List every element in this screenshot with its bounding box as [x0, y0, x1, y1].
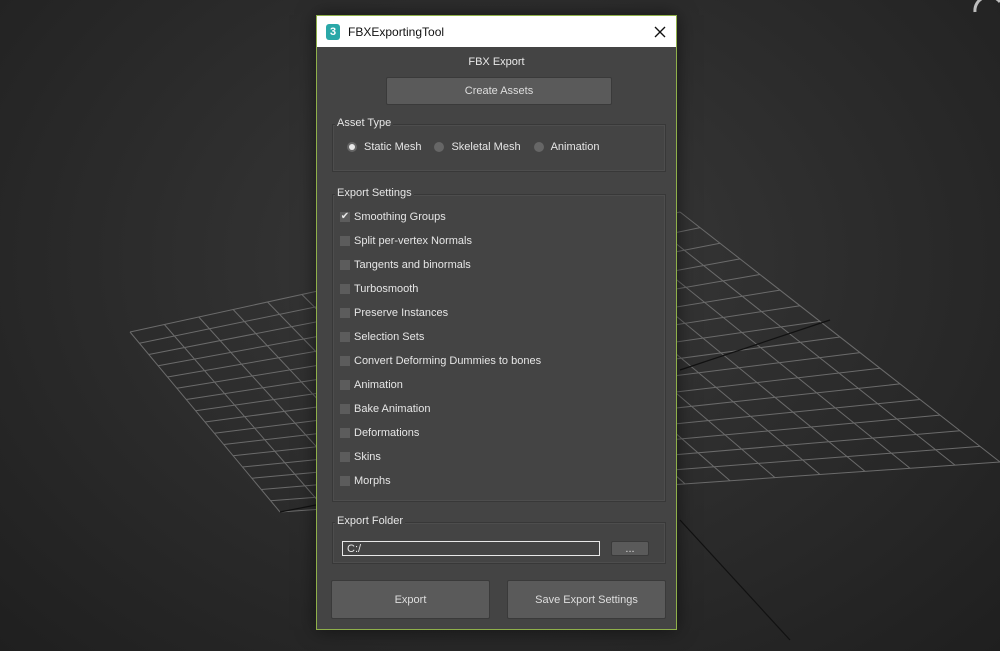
setting-label: Turbosmooth — [354, 283, 419, 295]
radio-button-icon[interactable] — [347, 142, 357, 152]
setting-checkbox-row[interactable]: Bake Animation — [340, 401, 430, 417]
setting-checkbox-row[interactable]: Split per-vertex Normals — [340, 233, 472, 249]
fbx-export-dialog: 3 FBXExportingTool FBX Export Create Ass… — [316, 15, 677, 630]
setting-checkbox-row[interactable]: Animation — [340, 377, 403, 393]
radio-label: Animation — [550, 141, 600, 153]
checkbox-icon[interactable] — [340, 428, 350, 438]
setting-label: Morphs — [354, 475, 391, 487]
asset-type-radio-animation[interactable]: Animation — [533, 141, 600, 153]
setting-label: Animation — [354, 379, 403, 391]
close-icon — [654, 26, 666, 37]
setting-label: Skins — [354, 451, 381, 463]
setting-label: Smoothing Groups — [354, 211, 446, 223]
radio-label: Static Mesh — [364, 141, 422, 153]
checkbox-icon[interactable] — [340, 452, 350, 462]
asset-type-radio-skeletal-mesh[interactable]: Skeletal Mesh — [434, 141, 521, 153]
checkbox-icon[interactable] — [340, 476, 350, 486]
setting-label: Selection Sets — [354, 331, 425, 343]
checkbox-icon[interactable] — [340, 260, 350, 270]
window-title: FBXExportingTool — [348, 24, 445, 39]
setting-label: Bake Animation — [354, 403, 431, 415]
checkbox-icon[interactable] — [340, 404, 350, 414]
setting-checkbox-row[interactable]: Deformations — [340, 425, 419, 441]
create-assets-button[interactable]: Create Assets — [386, 77, 612, 105]
viewcube-icon — [973, 0, 1000, 13]
asset-type-radio-static-mesh[interactable]: Static Mesh — [347, 141, 421, 153]
export-folder-group: Export Folder ... — [332, 515, 666, 564]
asset-type-group: Asset Type Static Mesh Skeletal Mesh Anima… — [332, 117, 666, 172]
setting-label: Preserve Instances — [354, 307, 449, 319]
app-logo-icon: 3 — [326, 23, 340, 40]
browse-folder-button[interactable]: ... — [611, 541, 649, 556]
export-button[interactable]: Export — [331, 580, 490, 619]
checkbox-icon[interactable] — [340, 332, 350, 342]
close-button[interactable] — [644, 16, 676, 47]
checkbox-icon[interactable] — [340, 284, 350, 294]
setting-label: Convert Deforming Dummies to bones — [354, 355, 542, 367]
checkbox-icon[interactable] — [340, 380, 350, 390]
checkbox-icon[interactable] — [340, 308, 350, 318]
radio-button-icon[interactable] — [533, 142, 544, 152]
save-export-settings-button[interactable]: Save Export Settings — [507, 580, 666, 619]
radio-label: Skeletal Mesh — [451, 141, 521, 153]
setting-label: Tangents and binormals — [354, 259, 471, 271]
export-folder-label: Export Folder — [335, 515, 406, 527]
section-heading: FBX Export — [468, 56, 525, 68]
checkbox-icon[interactable] — [340, 356, 350, 366]
setting-checkbox-row[interactable]: Skins — [340, 449, 381, 465]
setting-checkbox-row[interactable]: Morphs — [340, 473, 391, 489]
radio-button-icon[interactable] — [434, 142, 445, 152]
setting-checkbox-row[interactable]: Tangents and binormals — [340, 257, 471, 273]
dialog-content: FBX Export Create Assets Asset Type Stat… — [317, 47, 676, 630]
setting-checkbox-row[interactable]: ✔ Smoothing Groups — [340, 209, 446, 225]
setting-label: Split per-vertex Normals — [354, 235, 472, 247]
export-folder-input[interactable] — [342, 541, 600, 556]
setting-checkbox-row[interactable]: Selection Sets — [340, 329, 424, 345]
export-settings-group: Export Settings ✔ Smoothing Groups Split p… — [332, 187, 666, 502]
checkmark-icon[interactable]: ✔ — [340, 212, 350, 222]
asset-type-label: Asset Type — [335, 117, 394, 129]
setting-checkbox-row[interactable]: Turbosmooth — [340, 281, 418, 297]
title-bar[interactable]: 3 FBXExportingTool — [317, 16, 676, 47]
asset-type-options: Static Mesh Skeletal Mesh Animation — [347, 141, 612, 153]
setting-label: Deformations — [354, 427, 420, 439]
checkbox-icon[interactable] — [340, 236, 350, 246]
export-settings-label: Export Settings — [335, 187, 414, 199]
setting-checkbox-row[interactable]: Convert Deforming Dummies to bones — [340, 353, 541, 369]
setting-checkbox-row[interactable]: Preserve Instances — [340, 305, 448, 321]
